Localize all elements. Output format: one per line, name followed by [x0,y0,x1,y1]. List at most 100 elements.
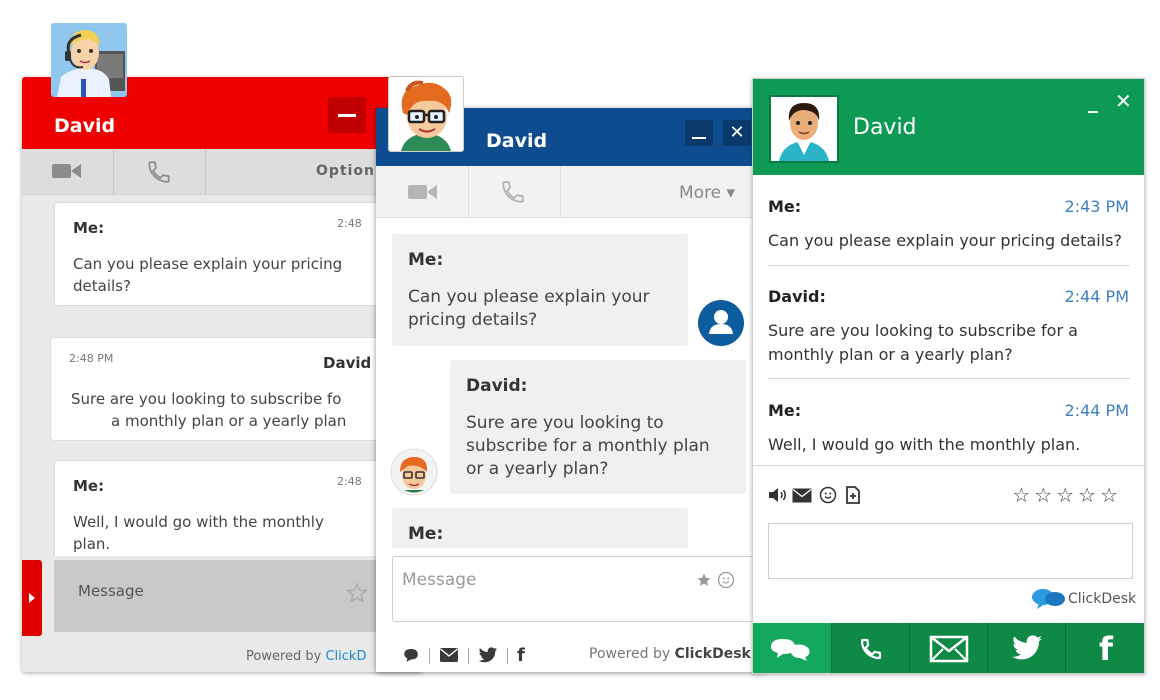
agent-name: David [486,130,548,152]
facebook-tab[interactable]: f [1065,623,1144,673]
timestamp: 2:48 [337,475,362,488]
sender: Me: [73,477,105,495]
powered-brand[interactable]: ClickDesk [675,646,751,662]
message-line: Sure are you looking to [466,413,664,433]
message-line: Can you please explain your pricing [73,255,343,273]
email-icon[interactable] [439,647,459,663]
powered-prefix: Powered by [246,649,326,664]
expand-tab[interactable] [22,560,42,636]
email-icon[interactable] [792,488,812,503]
toolbar: Option [22,149,422,195]
options-menu[interactable]: Option [316,163,375,179]
sound-icon[interactable] [768,487,788,503]
divider [768,378,1130,379]
sender: David [323,354,372,372]
user-avatar-icon [698,300,744,346]
footer: f Powered by ClickDesk [376,638,766,672]
emoji-icon[interactable] [819,486,837,504]
sender: David: [768,287,826,306]
agent-avatar [769,95,839,163]
file-icon[interactable] [845,486,861,504]
message-line: Sure are you looking to subscribe for a [768,321,1078,340]
agent-name: David [54,115,116,137]
emoji-icon[interactable] [717,571,735,589]
message-bubble: Me: [392,508,688,548]
message-input[interactable]: Message [54,560,384,632]
action-bar: f [753,623,1144,673]
facebook-icon[interactable]: f [517,645,525,666]
divider [429,648,430,664]
divider [768,265,1130,266]
message-line: Can you please explain your pricing deta… [768,231,1122,250]
message-placeholder: Message [78,582,144,600]
divider [113,149,114,195]
powered-prefix: Powered by [589,646,675,662]
message-line: plan. [73,535,111,553]
sender: Me: [408,524,444,544]
message-line: a monthly plan or a yearly plan [111,412,347,430]
agent-avatar [51,23,127,97]
message-bubble: David: Sure are you looking to subscribe… [450,360,746,494]
close-button[interactable]: ✕ [723,120,751,146]
chat-header: David _ ✕ [753,79,1144,175]
video-icon[interactable] [408,183,438,201]
message-placeholder: Message [402,570,477,590]
sender: Me: [73,219,105,237]
message-input[interactable]: Message [392,556,755,622]
rating-stars[interactable]: ☆☆☆☆☆ [1012,483,1122,507]
message-bubble: Me: Can you please explain your pricing … [392,234,688,346]
sender: Me: [768,197,802,216]
message-bubble: Me: 2:48 Can you please explain your pri… [54,202,404,306]
powered-brand[interactable]: ClickD [325,649,366,664]
chat-icon[interactable] [402,646,420,664]
minimize-button[interactable]: _ [1088,89,1098,113]
star-icon[interactable] [696,572,712,588]
message-line: Well, I would go with the monthly [73,513,324,531]
video-icon[interactable] [52,162,82,180]
agent-name: David [853,115,917,140]
divider [507,648,508,664]
twitter-icon[interactable] [478,647,498,664]
toolbar: More ▾ [376,166,766,218]
message-line: Can you please explain your [408,287,650,307]
divider [753,465,1144,466]
message-line: pricing details? [408,310,538,330]
powered-by: Powered by ClickDesk [589,646,751,662]
message-line: monthly plan or a yearly plan? [768,345,1013,364]
close-button[interactable]: ✕ [1115,89,1132,113]
sender: Me: [768,401,802,420]
timestamp: 2:44 PM [1064,401,1129,420]
phone-tab[interactable] [831,623,909,673]
timestamp: 2:48 [337,217,362,230]
message-textarea[interactable] [768,523,1133,579]
agent-mini-avatar [390,448,438,496]
minimize-button[interactable] [328,97,366,133]
message-bubble: Me: 2:48 Well, I would go with the month… [54,460,404,556]
clickdesk-logo-icon [1031,587,1067,609]
chat-tab[interactable] [753,623,831,673]
powered-by: Powered by ClickD [246,649,366,664]
timestamp: 2:44 PM [1064,287,1129,306]
phone-icon[interactable] [146,159,172,185]
timestamp: 2:43 PM [1064,197,1129,216]
phone-icon[interactable] [500,179,526,205]
message-line: details? [73,277,131,295]
more-menu[interactable]: More ▾ [679,183,735,203]
sender: Me: [408,250,444,270]
minimize-button[interactable] [685,120,713,146]
divider [468,166,469,218]
message-line: Well, I would go with the monthly plan. [768,435,1081,454]
red-chat-window: David Option Me: 2:48 Can you please exp… [22,77,422,672]
divider [205,149,206,195]
sender: David: [466,376,528,396]
twitter-tab[interactable] [987,623,1065,673]
email-tab[interactable] [909,623,987,673]
star-icon[interactable] [346,582,368,604]
message-line: subscribe for a monthly plan [466,436,710,456]
brand-name: ClickDesk [1068,591,1137,607]
message-bubble: 2:48 PM David Sure are you looking to su… [50,337,404,441]
minimize-icon [338,114,356,117]
divider [468,648,469,664]
message-line: Sure are you looking to subscribe fo [71,390,342,408]
minimize-icon [692,137,706,139]
